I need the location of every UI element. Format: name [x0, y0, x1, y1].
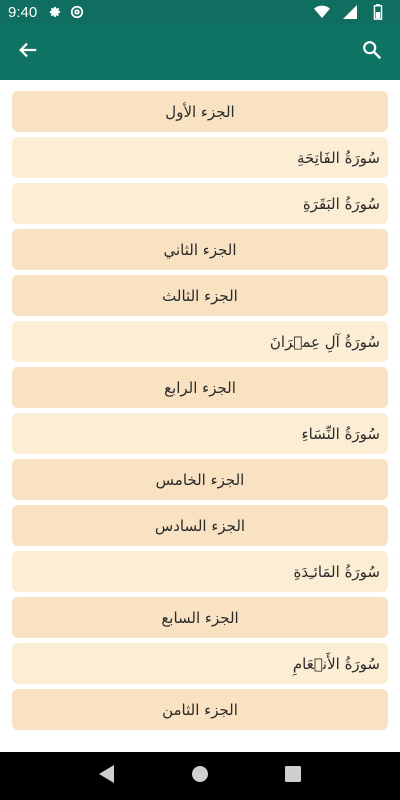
app-bar: [0, 24, 400, 80]
juz-label: الجزء السادس: [154, 516, 246, 535]
surah-label: سُورَةُ الفَاتِحَةِ: [297, 148, 380, 167]
wifi-icon: [314, 4, 330, 20]
back-triangle-icon: [98, 765, 115, 787]
juz-label: الجزء الخامس: [155, 470, 245, 489]
surah-label: سُورَةُ النِّسَاءِ: [301, 424, 380, 443]
status-indicators: [314, 4, 392, 20]
nav-home-button[interactable]: [184, 760, 216, 792]
search-icon: [361, 39, 383, 65]
status-bar: 9:40: [0, 0, 400, 24]
surah-list-item[interactable]: سُورَةُ الأَنۡعَامِ: [12, 643, 388, 684]
juz-list-item[interactable]: الجزء الرابع: [12, 367, 388, 408]
settings-icon: [47, 4, 63, 20]
juz-label: الجزء الرابع: [164, 378, 236, 397]
arrow-left-icon: [17, 39, 39, 65]
surah-label: سُورَةُ المَائـِدَةِ: [293, 562, 380, 581]
system-nav-bar: [0, 752, 400, 800]
surah-list-item[interactable]: سُورَةُ الفَاتِحَةِ: [12, 137, 388, 178]
signal-icon: [342, 4, 358, 20]
juz-list-item[interactable]: الجزء الأول: [12, 91, 388, 132]
surah-list-item[interactable]: سُورَةُ النِّسَاءِ: [12, 413, 388, 454]
at-sign-icon: [69, 4, 85, 20]
juz-label: الجزء الثاني: [163, 240, 237, 259]
surah-list-item[interactable]: سُورَةُ المَائـِدَةِ: [12, 551, 388, 592]
juz-label: الجزء الثامن: [162, 700, 238, 719]
surah-label: سُورَةُ البَقَرَةِ: [302, 194, 380, 213]
surah-label: سُورَةُ آلِ عِمۡرَانَ: [269, 332, 380, 351]
juz-label: الجزء السابع: [161, 608, 239, 627]
juz-surah-list[interactable]: الجزء الأول سُورَةُ الفَاتِحَةِ سُورَةُ ال…: [0, 80, 400, 752]
surah-list-item[interactable]: سُورَةُ البَقَرَةِ: [12, 183, 388, 224]
juz-list-item[interactable]: الجزء السادس: [12, 505, 388, 546]
status-time: 9:40: [8, 3, 38, 21]
juz-list-item[interactable]: الجزء الخامس: [12, 459, 388, 500]
juz-list-item[interactable]: الجزء الثالث: [12, 275, 388, 316]
juz-list-item[interactable]: الجزء السابع: [12, 597, 388, 638]
surah-list-item[interactable]: سُورَةُ آلِ عِمۡرَانَ: [12, 321, 388, 362]
juz-label: الجزء الثالث: [162, 286, 238, 305]
recents-square-icon: [285, 766, 302, 786]
back-button[interactable]: [14, 38, 42, 66]
nav-back-button[interactable]: [91, 760, 123, 792]
nav-recents-button[interactable]: [277, 760, 309, 792]
search-button[interactable]: [358, 38, 386, 66]
juz-label: الجزء الأول: [165, 102, 235, 121]
juz-list-item[interactable]: الجزء الثامن: [12, 689, 388, 730]
home-circle-icon: [191, 765, 209, 787]
battery-icon: [370, 4, 386, 20]
juz-list-item[interactable]: الجزء الثاني: [12, 229, 388, 270]
surah-label: سُورَةُ الأَنۡعَامِ: [292, 654, 380, 673]
